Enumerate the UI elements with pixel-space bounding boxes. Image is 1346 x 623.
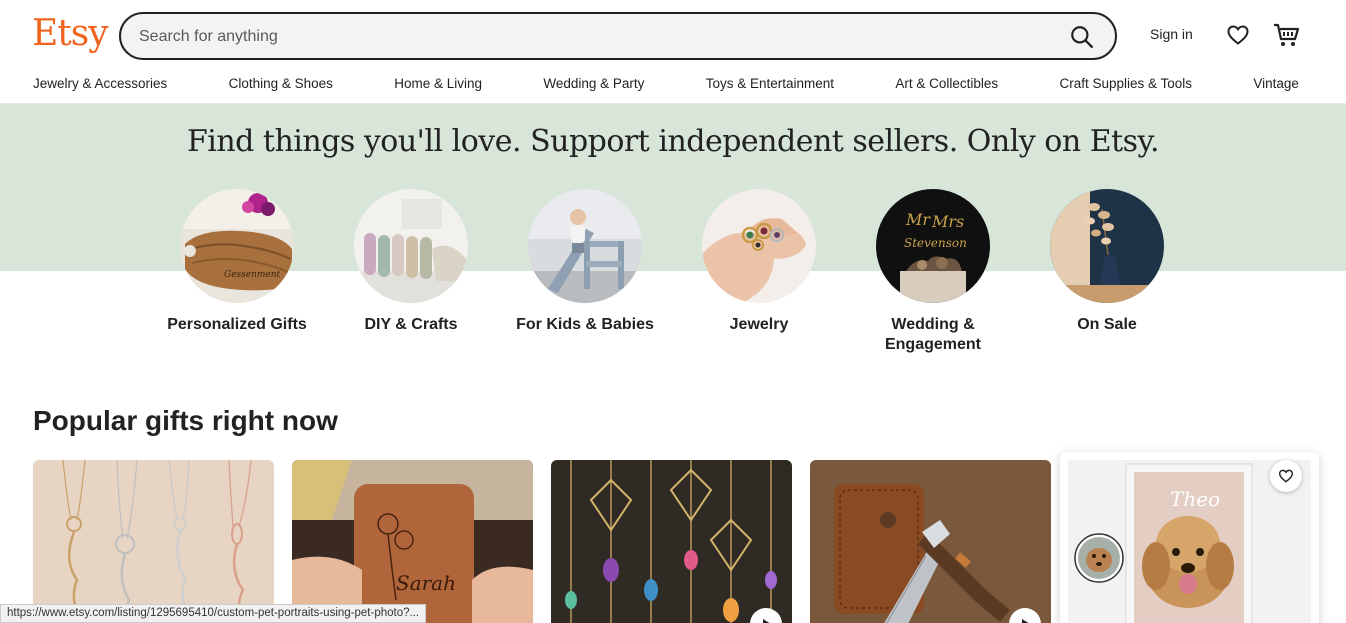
portrait-name: Theo — [1170, 487, 1220, 511]
category-image-wedding-engagement: Mr Mrs Stevenson — [876, 189, 990, 303]
category-diy-crafts[interactable]: DIY & Crafts — [331, 189, 491, 335]
svg-text:Mrs: Mrs — [931, 212, 964, 231]
popular-gifts-list: Sarah Theo — [33, 452, 1323, 623]
category-image-kids-babies — [528, 189, 642, 303]
etsy-logo[interactable]: Etsy — [32, 13, 109, 54]
product-image-leather-box: Sarah — [292, 460, 533, 623]
category-wedding-engagement[interactable]: Mr Mrs Stevenson Wedding & Engagement — [853, 189, 1013, 355]
svg-text:Gessenment: Gessenment — [224, 270, 281, 280]
svg-text:Mr: Mr — [905, 210, 931, 229]
category-label: DIY & Crafts — [364, 316, 458, 333]
nav-item-craft-supplies-tools[interactable]: Craft Supplies & Tools — [1059, 76, 1192, 96]
sign-in-link[interactable]: Sign in — [1150, 26, 1193, 42]
nav-item-clothing-shoes[interactable]: Clothing & Shoes — [229, 76, 333, 96]
heart-icon — [1227, 25, 1249, 45]
product-image-necklaces — [33, 460, 274, 623]
search-bar — [119, 12, 1117, 60]
cart-icon — [1274, 23, 1300, 46]
category-label: Personalized Gifts — [167, 316, 307, 333]
cart-button[interactable] — [1272, 22, 1300, 48]
product-card-suncatchers[interactable] — [551, 460, 792, 623]
svg-text:Stevenson: Stevenson — [904, 236, 967, 250]
nav-item-home-living[interactable]: Home & Living — [394, 76, 482, 96]
product-card-knife[interactable] — [810, 460, 1051, 623]
product-card-leather-box[interactable]: Sarah — [292, 460, 533, 623]
popular-gifts-heading: Popular gifts right now — [33, 405, 338, 436]
hero-title: Find things you'll love. Support indepen… — [186, 124, 1160, 159]
search-button[interactable] — [1069, 24, 1095, 50]
nav-item-toys-entertainment[interactable]: Toys & Entertainment — [706, 76, 834, 96]
heart-icon — [1278, 469, 1294, 483]
nav-item-art-collectibles[interactable]: Art & Collectibles — [895, 76, 998, 96]
category-personalized-gifts[interactable]: Gessenment Personalized Gifts — [157, 189, 317, 335]
search-icon — [1071, 26, 1093, 48]
category-label: On Sale — [1077, 316, 1137, 333]
product-card-necklaces[interactable] — [33, 460, 274, 623]
nav-item-wedding-party[interactable]: Wedding & Party — [543, 76, 644, 96]
product-engraving: Sarah — [396, 571, 456, 595]
nav-item-jewelry-accessories[interactable]: Jewelry & Accessories — [33, 76, 167, 96]
category-label: Wedding & Engagement — [884, 316, 981, 353]
site-header: Etsy Sign in Jewelry & Accessories Cloth… — [0, 0, 1346, 104]
play-icon — [763, 619, 770, 623]
add-to-favorites-button[interactable] — [1270, 460, 1302, 492]
product-card-pet-portrait[interactable]: Theo — [1060, 452, 1319, 623]
product-image-knife — [810, 460, 1051, 623]
favorites-button[interactable] — [1226, 23, 1250, 47]
category-on-sale[interactable]: On Sale — [1027, 189, 1187, 335]
category-image-diy-crafts — [354, 189, 468, 303]
category-image-on-sale — [1050, 189, 1164, 303]
search-input[interactable] — [139, 24, 1039, 50]
category-nav: Jewelry & Accessories Clothing & Shoes H… — [33, 76, 1299, 96]
category-label: Jewelry — [729, 316, 789, 333]
category-image-personalized-gifts: Gessenment — [180, 189, 294, 303]
browser-status-url: https://www.etsy.com/listing/1295695410/… — [0, 604, 427, 623]
category-jewelry[interactable]: Jewelry — [679, 189, 839, 335]
category-image-jewelry — [702, 189, 816, 303]
category-label: For Kids & Babies — [516, 316, 654, 333]
category-kids-babies[interactable]: For Kids & Babies — [505, 189, 665, 335]
category-circles: Gessenment Personalized Gifts DIY & Craf… — [0, 189, 1346, 359]
product-image-suncatchers — [551, 460, 792, 623]
nav-item-vintage[interactable]: Vintage — [1253, 76, 1299, 96]
play-icon — [1022, 619, 1029, 623]
